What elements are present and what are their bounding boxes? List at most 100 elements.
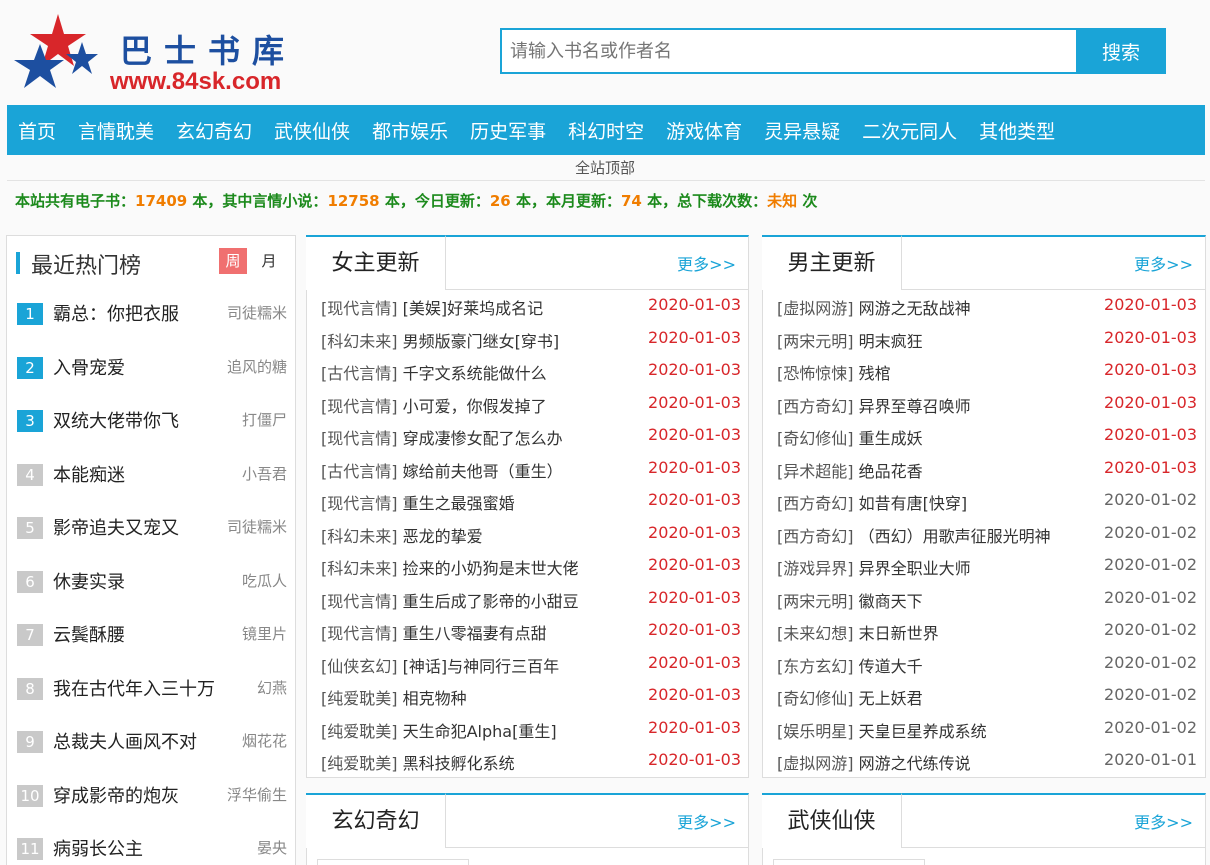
book-title-link[interactable]: 末日新世界 bbox=[859, 624, 939, 643]
book-title-link[interactable]: 明末疯狂 bbox=[859, 332, 923, 351]
book-title-link[interactable]: 黑科技孵化系统 bbox=[403, 754, 515, 773]
book-title-link[interactable]: 如昔有唐[快穿] bbox=[859, 494, 968, 513]
category-link[interactable]: [娱乐明星] bbox=[777, 722, 854, 741]
book-title-link[interactable]: 本能痴迷 bbox=[53, 461, 125, 487]
update-row[interactable]: [游戏异界] 异界全职业大师 2020-01-02 bbox=[777, 555, 1197, 587]
category-link[interactable]: [西方奇幻] bbox=[777, 527, 854, 546]
book-title-link[interactable]: 入骨宠爱 bbox=[53, 354, 125, 380]
hot-list-item[interactable]: 6 休妻实录 吃瓜人 bbox=[17, 568, 287, 600]
book-title-link[interactable]: 绝品花香 bbox=[859, 462, 923, 481]
book-title-link[interactable]: 重生八零福妻有点甜 bbox=[403, 624, 547, 643]
book-title-link[interactable]: 重生后成了影帝的小甜豆 bbox=[403, 592, 579, 611]
book-title-link[interactable]: 总裁夫人画风不对 bbox=[53, 728, 197, 754]
book-title-link[interactable]: [神话]与神同行三百年 bbox=[403, 657, 560, 676]
update-row[interactable]: [科幻未来] 捡来的小奶狗是末世大佬 2020-01-03 bbox=[321, 555, 741, 587]
update-row[interactable]: [纯爱耽美] 天生命犯Alpha[重生] 2020-01-03 bbox=[321, 718, 741, 750]
update-row[interactable]: [科幻未来] 男频版豪门继女[穿书] 2020-01-03 bbox=[321, 328, 741, 360]
book-title-link[interactable]: 相克物种 bbox=[403, 689, 467, 708]
update-row[interactable]: [科幻未来] 恶龙的挚爱 2020-01-03 bbox=[321, 523, 741, 555]
hot-list-item[interactable]: 2 入骨宠爱 追风的糖 bbox=[17, 354, 287, 386]
book-author[interactable]: 司徒糯米 bbox=[227, 516, 287, 537]
category-link[interactable]: [现代言情] bbox=[321, 592, 398, 611]
category-link[interactable]: [古代言情] bbox=[321, 462, 398, 481]
nav-item-5[interactable]: 历史军事 bbox=[459, 117, 557, 144]
book-title-link[interactable]: 无上妖君 bbox=[859, 689, 923, 708]
category-link[interactable]: [纯爱耽美] bbox=[321, 754, 398, 773]
book-author[interactable]: 追风的糖 bbox=[227, 356, 287, 377]
book-title-link[interactable]: 徽商天下 bbox=[859, 592, 923, 611]
update-row[interactable]: [未来幻想] 末日新世界 2020-01-02 bbox=[777, 620, 1197, 652]
category-link[interactable]: [纯爱耽美] bbox=[321, 722, 398, 741]
category-link[interactable]: [科幻未来] bbox=[321, 332, 398, 351]
nav-item-7[interactable]: 游戏体育 bbox=[655, 117, 753, 144]
category-link[interactable]: [游戏异界] bbox=[777, 559, 854, 578]
hot-list-item[interactable]: 5 影帝追夫又宠又 司徒糯米 bbox=[17, 514, 287, 546]
category-link[interactable]: [东方玄幻] bbox=[777, 657, 854, 676]
update-row[interactable]: [虚拟网游] 网游之无敌战神 2020-01-03 bbox=[777, 295, 1197, 327]
category-link[interactable]: [异术超能] bbox=[777, 462, 854, 481]
update-row[interactable]: [西方奇幻] （西幻）用歌声征服光明神 2020-01-02 bbox=[777, 523, 1197, 555]
category-link[interactable]: [两宋元明] bbox=[777, 592, 854, 611]
more-link[interactable]: 更多>> bbox=[1134, 251, 1193, 275]
book-title-link[interactable]: 重生成妖 bbox=[859, 429, 923, 448]
book-title-link[interactable]: 网游之无敌战神 bbox=[859, 299, 971, 318]
more-link[interactable]: 更多>> bbox=[1134, 809, 1193, 833]
book-title-link[interactable]: 休妻实录 bbox=[53, 568, 125, 594]
book-title-link[interactable]: 捡来的小奶狗是末世大佬 bbox=[403, 559, 579, 578]
hot-list-item[interactable]: 10 穿成影帝的炮灰 浮华偷生 bbox=[17, 782, 287, 814]
category-link[interactable]: [仙侠玄幻] bbox=[321, 657, 398, 676]
update-row[interactable]: [恐怖惊悚] 残棺 2020-01-03 bbox=[777, 360, 1197, 392]
category-link[interactable]: [未来幻想] bbox=[777, 624, 854, 643]
tab-month[interactable]: 月 bbox=[255, 248, 283, 274]
category-link[interactable]: [现代言情] bbox=[321, 429, 398, 448]
book-author[interactable]: 小吾君 bbox=[242, 463, 287, 484]
book-title-link[interactable]: [美娱]好莱坞成名记 bbox=[403, 299, 544, 318]
category-link[interactable]: [纯爱耽美] bbox=[321, 689, 398, 708]
nav-item-0[interactable]: 首页 bbox=[7, 117, 67, 144]
category-link[interactable]: [现代言情] bbox=[321, 397, 398, 416]
book-author[interactable]: 吃瓜人 bbox=[242, 570, 287, 591]
category-link[interactable]: [古代言情] bbox=[321, 364, 398, 383]
nav-item-1[interactable]: 言情耽美 bbox=[67, 117, 165, 144]
book-title-link[interactable]: 霸总：你把衣服 bbox=[53, 300, 179, 326]
update-row[interactable]: [现代言情] [美娱]好莱坞成名记 2020-01-03 bbox=[321, 295, 741, 327]
hot-list-item[interactable]: 4 本能痴迷 小吾君 bbox=[17, 461, 287, 493]
update-row[interactable]: [古代言情] 嫁给前夫他哥（重生） 2020-01-03 bbox=[321, 458, 741, 490]
tab-week[interactable]: 周 bbox=[219, 248, 247, 274]
book-title-link[interactable]: 我在古代年入三十万 bbox=[53, 675, 215, 701]
hot-list-item[interactable]: 9 总裁夫人画风不对 烟花花 bbox=[17, 728, 287, 760]
book-title-link[interactable]: 穿成影帝的炮灰 bbox=[53, 782, 179, 808]
book-author[interactable]: 司徒糯米 bbox=[227, 302, 287, 323]
book-title-link[interactable]: 传道大千 bbox=[859, 657, 923, 676]
update-row[interactable]: [现代言情] 小可爱，你假发掉了 2020-01-03 bbox=[321, 393, 741, 425]
category-link[interactable]: [两宋元明] bbox=[777, 332, 854, 351]
update-row[interactable]: [现代言情] 重生之最强蜜婚 2020-01-03 bbox=[321, 490, 741, 522]
book-title-link[interactable]: 重生之最强蜜婚 bbox=[403, 494, 515, 513]
category-link[interactable]: [现代言情] bbox=[321, 299, 398, 318]
book-title-link[interactable]: （西幻）用歌声征服光明神 bbox=[859, 527, 1051, 546]
book-title-link[interactable]: 嫁给前夫他哥（重生） bbox=[403, 462, 563, 481]
book-author[interactable]: 晏央 bbox=[257, 837, 287, 858]
nav-item-4[interactable]: 都市娱乐 bbox=[361, 117, 459, 144]
update-row[interactable]: [两宋元明] 明末疯狂 2020-01-03 bbox=[777, 328, 1197, 360]
book-title-link[interactable]: 云鬓酥腰 bbox=[53, 621, 125, 647]
book-title-link[interactable]: 影帝追夫又宠又 bbox=[53, 514, 179, 540]
book-title-link[interactable]: 异界全职业大师 bbox=[859, 559, 971, 578]
book-title-link[interactable]: 穿成凄惨女配了怎么办 bbox=[403, 429, 563, 448]
update-row[interactable]: [奇幻修仙] 重生成妖 2020-01-03 bbox=[777, 425, 1197, 457]
book-title-link[interactable]: 网游之代练传说 bbox=[859, 754, 971, 773]
update-row[interactable]: [东方玄幻] 传道大千 2020-01-02 bbox=[777, 653, 1197, 685]
subnav-label[interactable]: 全站顶部 bbox=[0, 157, 1210, 178]
book-title-link[interactable]: 小可爱，你假发掉了 bbox=[403, 397, 547, 416]
book-title-link[interactable]: 异界至尊召唤师 bbox=[859, 397, 971, 416]
category-link[interactable]: [西方奇幻] bbox=[777, 397, 854, 416]
category-link[interactable]: [恐怖惊悚] bbox=[777, 364, 854, 383]
category-link[interactable]: [现代言情] bbox=[321, 494, 398, 513]
book-author[interactable]: 烟花花 bbox=[242, 730, 287, 751]
book-title-link[interactable]: 残棺 bbox=[859, 364, 891, 383]
update-row[interactable]: [虚拟网游] 网游之代练传说 2020-01-01 bbox=[777, 750, 1197, 782]
book-title-link[interactable]: 病弱长公主 bbox=[53, 835, 143, 861]
nav-item-9[interactable]: 二次元同人 bbox=[851, 117, 968, 144]
book-title-link[interactable]: 天生命犯Alpha[重生] bbox=[403, 722, 557, 741]
update-row[interactable]: [现代言情] 穿成凄惨女配了怎么办 2020-01-03 bbox=[321, 425, 741, 457]
